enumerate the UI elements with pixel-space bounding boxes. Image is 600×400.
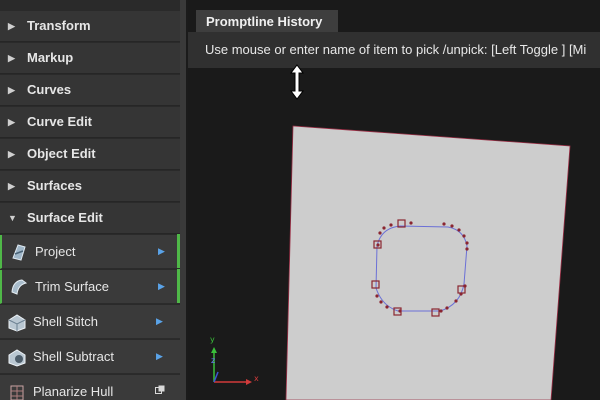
- section-transform[interactable]: ▶ Transform: [0, 11, 180, 42]
- options-box-icon[interactable]: [155, 385, 165, 395]
- palette-scrollbar[interactable]: [180, 0, 186, 400]
- flyout-arrow-icon[interactable]: ▶: [158, 235, 165, 268]
- tool-label: Trim Surface: [35, 279, 109, 294]
- flyout-arrow-icon[interactable]: ▶: [156, 305, 163, 338]
- section-label: Markup: [27, 50, 74, 65]
- section-object-edit[interactable]: ▶ Object Edit: [0, 139, 180, 170]
- shell-stitch-icon: [8, 314, 26, 332]
- section-label: Surface Edit: [27, 210, 103, 225]
- shell-subtract-icon: [8, 349, 26, 367]
- tool-label: Shell Subtract: [33, 349, 114, 364]
- axis-gizmo: x y z: [206, 335, 266, 390]
- section-label: Curve Edit: [27, 114, 93, 129]
- expand-triangle-icon: ▶: [8, 53, 15, 63]
- section-label: Surfaces: [27, 178, 82, 193]
- expand-triangle-icon: ▶: [8, 85, 15, 95]
- section-surfaces[interactable]: ▶ Surfaces: [0, 171, 180, 202]
- promptline-message: Use mouse or enter name of item to pick …: [188, 32, 600, 68]
- y-axis-label: y: [210, 335, 215, 344]
- section-label: Object Edit: [27, 146, 96, 161]
- resize-cursor-icon: [290, 64, 304, 100]
- expand-triangle-icon: ▶: [8, 21, 15, 31]
- tool-planarize-hull[interactable]: Planarize Hull: [0, 375, 180, 400]
- section-markup[interactable]: ▶ Markup: [0, 43, 180, 74]
- tool-shell-subtract[interactable]: Shell Subtract ▶: [0, 340, 180, 374]
- tool-trim-surface[interactable]: Trim Surface ▶: [0, 269, 180, 304]
- tool-label: Planarize Hull: [33, 384, 114, 399]
- flyout-arrow-icon[interactable]: ▶: [158, 270, 165, 303]
- planarize-hull-icon: [10, 385, 24, 400]
- section-surface-edit[interactable]: ▼ Surface Edit: [0, 203, 180, 234]
- expand-triangle-icon: ▶: [8, 117, 15, 127]
- tool-label: Shell Stitch: [33, 314, 99, 329]
- collapse-triangle-icon: ▼: [8, 213, 17, 223]
- tool-project[interactable]: Project ▶: [0, 234, 180, 269]
- section-label: Curves: [27, 82, 72, 97]
- tab-promptline-history[interactable]: Promptline History: [196, 10, 338, 32]
- tool-shell-stitch[interactable]: Shell Stitch ▶: [0, 305, 180, 339]
- flyout-arrow-icon[interactable]: ▶: [156, 340, 163, 373]
- tool-label: Project: [35, 244, 76, 259]
- section-curve-edit[interactable]: ▶ Curve Edit: [0, 107, 180, 138]
- section-label: Transform: [27, 18, 91, 33]
- x-axis-label: x: [254, 374, 259, 383]
- section-curves[interactable]: ▶ Curves: [0, 75, 180, 106]
- 3d-viewport[interactable]: Promptline History Use mouse or enter na…: [188, 0, 600, 400]
- trim-surface-icon: [11, 279, 28, 295]
- tool-palette: ▶ Transform ▶ Markup ▶ Curves ▶ Curve Ed…: [0, 0, 186, 400]
- expand-triangle-icon: ▶: [8, 181, 15, 191]
- planar-surface[interactable]: [285, 125, 571, 400]
- project-icon: [12, 244, 26, 261]
- expand-triangle-icon: ▶: [8, 149, 15, 159]
- z-axis-label: z: [211, 356, 216, 365]
